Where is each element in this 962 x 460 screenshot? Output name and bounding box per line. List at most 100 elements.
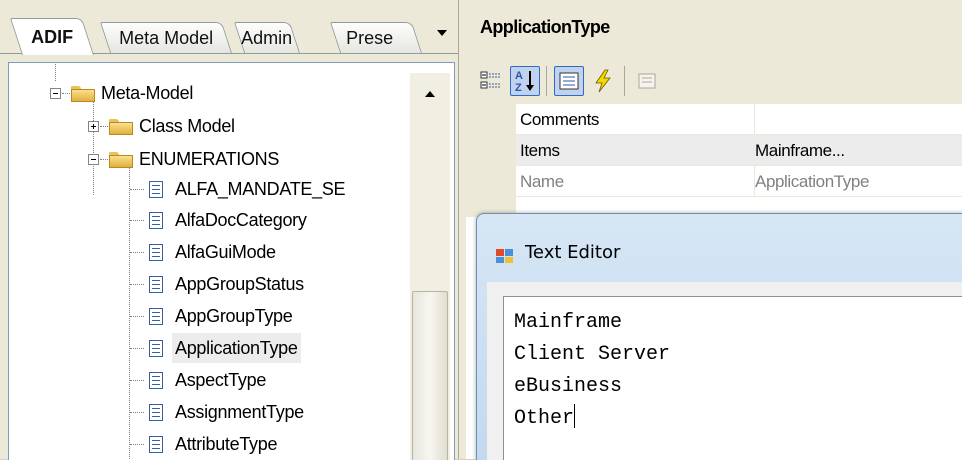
tab-adif[interactable]: ADIF — [9, 18, 94, 55]
folder-icon — [71, 86, 95, 102]
enumeration-icon — [149, 308, 163, 325]
scroll-up-arrow-icon[interactable] — [425, 91, 435, 97]
properties-title: ApplicationType — [480, 17, 610, 37]
collapse-icon[interactable] — [50, 88, 61, 99]
tree-node-label: Class Model — [139, 116, 235, 136]
tree-item-label-selected: ApplicationType — [172, 333, 301, 363]
tree-item-appgrouptype[interactable]: AppGroupType — [9, 301, 404, 331]
events-button[interactable] — [588, 66, 618, 96]
tree-item-alfadoccategory[interactable]: AlfaDocCategory — [9, 205, 404, 235]
tree-item-appgroupstatus[interactable]: AppGroupStatus — [9, 269, 404, 299]
tree-connector — [130, 444, 144, 445]
categorized-icon — [480, 71, 500, 89]
row-gutter — [466, 104, 516, 135]
properties-pane: ApplicationType A Z Comments Items Mainf… — [466, 0, 962, 460]
property-name: Items — [516, 135, 755, 166]
editor-line-text: Other — [514, 407, 575, 430]
tree-node-class-model[interactable]: Class Model — [9, 111, 389, 141]
disabled-pages-icon — [638, 73, 656, 89]
enumeration-icon — [149, 212, 163, 229]
folder-icon — [109, 152, 133, 168]
lightning-icon — [595, 69, 611, 93]
editor-line-last: Other — [514, 403, 962, 435]
tree-node-enumerations[interactable]: ENUMERATIONS — [9, 144, 389, 174]
expand-icon[interactable] — [88, 121, 99, 132]
tree-item-label: ALFA_MANDATE_SE — [175, 179, 346, 199]
tree-connector — [130, 380, 144, 381]
tab-strip: Admin Prese Meta Model ADIF — [0, 0, 458, 62]
tab-overflow-arrow-icon[interactable] — [437, 30, 447, 36]
tree-item-label: AlfaDocCategory — [175, 210, 307, 230]
tree-item-alfaguimode[interactable]: AlfaGuiMode — [9, 237, 404, 267]
tree-item-label: AssignmentType — [175, 402, 304, 422]
tab-presentation[interactable]: Prese — [329, 22, 422, 53]
text-caret — [574, 404, 576, 428]
property-value[interactable] — [751, 104, 962, 135]
property-name: Comments — [516, 104, 755, 135]
tree-item-label: AttributeType — [175, 434, 278, 454]
property-pages-disabled-button[interactable] — [632, 66, 662, 96]
tree-item-label: AlfaGuiMode — [175, 242, 276, 262]
property-pages-button[interactable] — [554, 66, 584, 96]
tree-item-label: AspectType — [175, 370, 267, 390]
tree-connector — [130, 220, 144, 221]
property-value: ApplicationType — [751, 166, 962, 197]
text-editor-dialog: Text Editor Mainframe Client Server eBusin… — [476, 213, 962, 460]
tree-connector — [130, 189, 144, 190]
toolbar-separator — [546, 66, 547, 96]
window-app-icon — [496, 249, 513, 263]
tab-meta-model[interactable]: Meta Model — [99, 22, 232, 53]
categorized-view-button[interactable] — [476, 66, 506, 96]
folder-icon — [109, 119, 133, 135]
enumeration-icon — [149, 404, 163, 421]
tree-item-label: AppGroupType — [175, 306, 293, 326]
tree-item-aspecttype[interactable]: AspectType — [9, 365, 404, 395]
enumeration-icon — [149, 181, 163, 198]
tree-connector — [130, 284, 144, 285]
tree-connector — [62, 93, 70, 94]
property-pages-icon — [559, 72, 579, 90]
editor-line: Client Server — [514, 343, 671, 366]
tree-connector — [130, 316, 144, 317]
scroll-thumb[interactable] — [412, 291, 448, 460]
svg-text:A: A — [515, 70, 523, 82]
tree-node-label: ENUMERATIONS — [139, 149, 280, 169]
property-row-comments[interactable]: Comments — [466, 104, 962, 135]
solution-explorer-pane: Admin Prese Meta Model ADIF Meta-Model C… — [0, 0, 458, 460]
alphabetical-sort-button[interactable]: A Z — [510, 66, 540, 96]
properties-header: ApplicationType — [466, 0, 962, 60]
tree-view[interactable]: Meta-Model Class Model ENUMERATIONS ALFA… — [8, 62, 455, 460]
enumeration-icon — [149, 244, 163, 261]
property-name: Name — [516, 166, 755, 197]
tree-connector — [130, 348, 144, 349]
enumeration-icon — [149, 372, 163, 389]
tree-item-applicationtype[interactable]: ApplicationType — [9, 333, 404, 363]
row-gutter — [466, 135, 516, 166]
enumeration-icon — [149, 436, 163, 453]
tree-connector — [130, 252, 144, 253]
tree-item-label: AppGroupStatus — [175, 274, 304, 294]
toolbar-separator — [624, 66, 625, 96]
sort-az-icon: A Z — [515, 70, 534, 94]
tree-node-meta-model[interactable]: Meta-Model — [9, 78, 389, 108]
property-value[interactable]: Mainframe... — [751, 135, 962, 166]
text-editor-textarea[interactable]: Mainframe Client Server eBusiness Other — [503, 296, 962, 460]
collapse-icon[interactable] — [88, 154, 99, 165]
tree-item-assignmenttype[interactable]: AssignmentType — [9, 397, 404, 427]
pane-splitter[interactable] — [458, 0, 466, 459]
tree-node-label: Meta-Model — [101, 83, 194, 103]
property-row-items[interactable]: Items Mainframe... — [466, 135, 962, 166]
dialog-title: Text Editor — [525, 242, 621, 263]
tab-admin[interactable]: Admin — [233, 22, 300, 53]
editor-line: Mainframe — [514, 311, 623, 334]
tree-item-attributetype[interactable]: AttributeType — [9, 429, 404, 459]
properties-toolbar: A Z — [466, 60, 962, 104]
tree-connector — [130, 412, 144, 413]
editor-line: eBusiness — [514, 375, 623, 398]
enumeration-icon — [149, 276, 163, 293]
tree-scrollbar[interactable] — [410, 73, 450, 460]
tree-item-alfa-mandate-se[interactable]: ALFA_MANDATE_SE — [9, 174, 404, 204]
property-row-name[interactable]: Name ApplicationType — [466, 166, 962, 197]
enumeration-icon — [149, 340, 163, 357]
row-gutter — [466, 166, 516, 197]
